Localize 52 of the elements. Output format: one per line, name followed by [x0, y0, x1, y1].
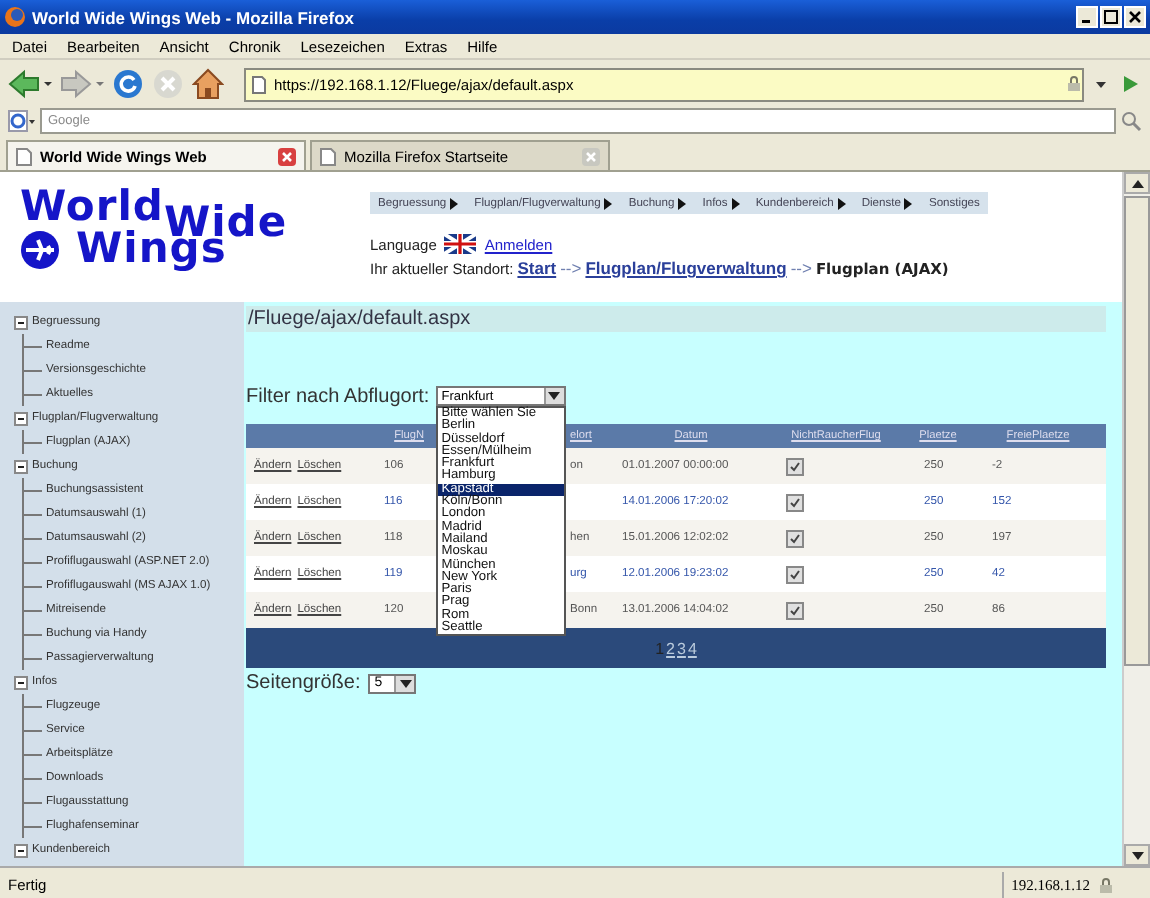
collapse-icon[interactable] [14, 843, 28, 857]
page-icon [16, 147, 32, 165]
maximize-button[interactable] [1100, 6, 1122, 28]
down-arrow-icon[interactable] [1131, 851, 1143, 859]
checkbox[interactable] [786, 565, 804, 583]
maximize-icon [1104, 10, 1118, 24]
home-icon[interactable] [192, 68, 224, 100]
scrollbar-thumb[interactable] [1124, 196, 1150, 666]
filter-label: Filter nach Abflugort: [246, 385, 430, 407]
triangle-icon [837, 197, 846, 209]
collapse-icon[interactable] [14, 675, 28, 689]
checkbox[interactable] [786, 529, 804, 547]
triangle-icon [450, 197, 459, 209]
minimize-button[interactable] [1076, 6, 1098, 28]
breadcrumb-separator: --> [560, 258, 582, 278]
checkbox[interactable] [786, 493, 804, 511]
back-icon[interactable] [8, 68, 52, 100]
search-icon[interactable] [1120, 110, 1142, 132]
breadcrumb-link[interactable]: Start [517, 258, 557, 278]
down-arrow-icon[interactable] [548, 392, 561, 400]
browser-logo-icon [4, 6, 26, 28]
close-icon [1128, 10, 1142, 24]
down-arrow-icon[interactable] [399, 679, 412, 687]
up-arrow-icon[interactable] [1131, 179, 1143, 187]
collapse-icon[interactable] [14, 459, 28, 473]
page-link[interactable]: 4 [687, 639, 697, 657]
flag-icon[interactable] [444, 234, 477, 254]
window-title: World Wide Wings Web - Mozilla Firefox [32, 7, 357, 27]
lock-icon[interactable] [1066, 76, 1082, 92]
breadcrumb-link[interactable]: Flugplan/Flugverwaltung [585, 258, 787, 278]
go-icon[interactable] [1118, 72, 1142, 96]
page-link[interactable]: 2 [666, 639, 675, 657]
close-button[interactable] [1124, 6, 1146, 28]
page-link[interactable]: 3 [677, 639, 686, 657]
triangle-icon [604, 197, 613, 209]
reload-icon[interactable] [112, 68, 144, 100]
collapse-icon[interactable] [14, 411, 28, 425]
page-icon [320, 147, 336, 165]
logo: WorldWide Wings [18, 180, 290, 276]
triangle-icon [731, 197, 740, 209]
page-size-label: Seitengröße: [246, 672, 361, 694]
page-icon [252, 75, 266, 93]
lock-icon [1098, 877, 1114, 893]
breadcrumb-separator: --> [790, 258, 812, 278]
page-heading: /Fluege/ajax/default.aspx [246, 306, 1106, 332]
collapse-icon[interactable] [14, 315, 28, 329]
search-engine-icon[interactable] [8, 110, 36, 132]
triangle-icon [678, 197, 687, 209]
close-tab-icon[interactable] [278, 147, 296, 165]
triangle-icon [904, 197, 913, 209]
checkbox[interactable] [786, 457, 804, 475]
checkbox[interactable] [786, 601, 804, 619]
